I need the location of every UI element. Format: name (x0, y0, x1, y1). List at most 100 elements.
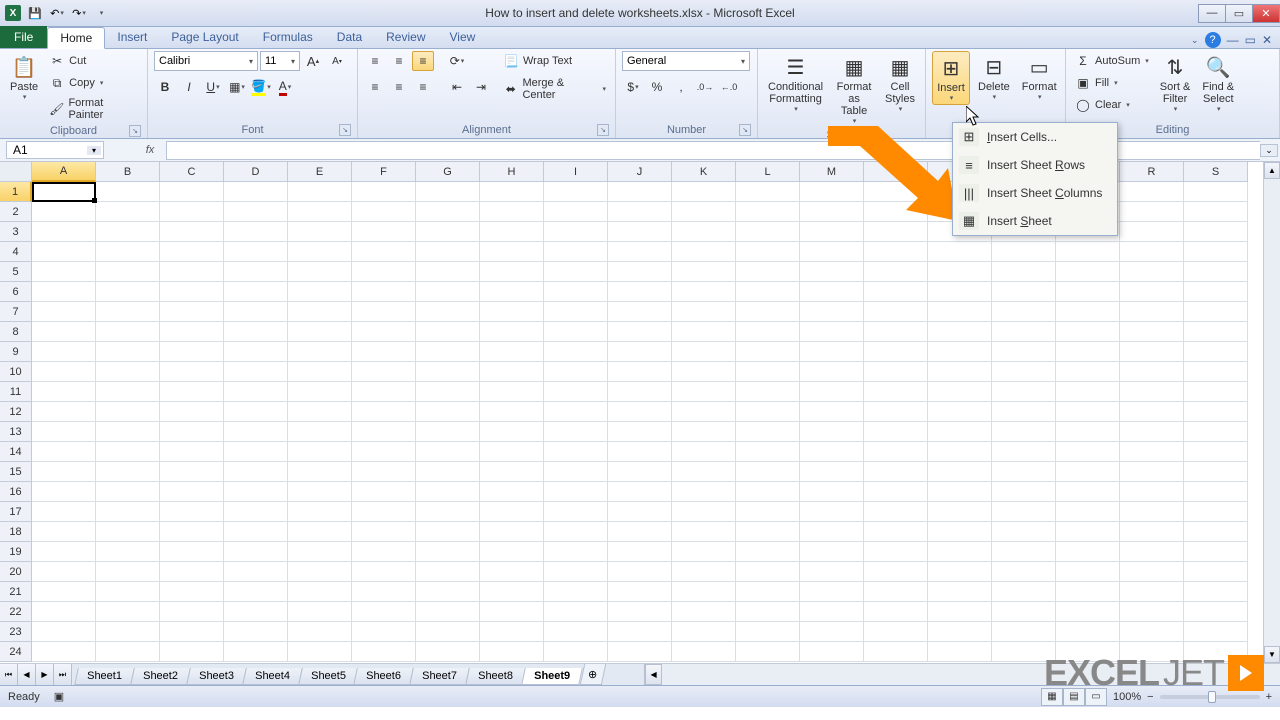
cell[interactable] (224, 362, 288, 382)
cell[interactable] (288, 282, 352, 302)
cell[interactable] (608, 222, 672, 242)
cell[interactable] (352, 282, 416, 302)
cell[interactable] (96, 362, 160, 382)
cell[interactable] (992, 362, 1056, 382)
cell[interactable] (672, 442, 736, 462)
cell[interactable] (32, 342, 96, 362)
cell[interactable] (96, 182, 160, 202)
cell[interactable] (1056, 362, 1120, 382)
cell[interactable] (416, 242, 480, 262)
scroll-up-button[interactable]: ▲ (1264, 162, 1280, 179)
cell[interactable] (864, 362, 928, 382)
tab-home[interactable]: Home (47, 27, 105, 49)
cell[interactable] (160, 402, 224, 422)
cell[interactable] (992, 302, 1056, 322)
cell[interactable] (32, 222, 96, 242)
cell[interactable] (544, 262, 608, 282)
cell[interactable] (736, 362, 800, 382)
name-box[interactable]: A1▾ (6, 141, 104, 159)
sheet-tab[interactable]: Sheet4 (242, 668, 302, 685)
tab-data[interactable]: Data (325, 26, 374, 48)
cell[interactable] (32, 182, 96, 202)
cell[interactable] (96, 562, 160, 582)
cell[interactable] (1184, 282, 1248, 302)
cell[interactable] (224, 562, 288, 582)
cell[interactable] (32, 382, 96, 402)
cell[interactable] (1184, 482, 1248, 502)
cell[interactable] (736, 462, 800, 482)
column-header[interactable]: E (288, 162, 352, 182)
cell[interactable] (864, 582, 928, 602)
cell[interactable] (224, 602, 288, 622)
cell[interactable] (992, 242, 1056, 262)
cell[interactable] (224, 642, 288, 662)
cell[interactable] (928, 402, 992, 422)
cell[interactable] (608, 462, 672, 482)
cell[interactable] (864, 602, 928, 622)
cell[interactable] (32, 582, 96, 602)
cell[interactable] (544, 362, 608, 382)
cell[interactable] (224, 182, 288, 202)
cell[interactable] (1120, 562, 1184, 582)
column-header[interactable]: R (1120, 162, 1184, 182)
cell[interactable] (544, 522, 608, 542)
cell[interactable] (736, 302, 800, 322)
cell[interactable] (288, 442, 352, 462)
cell[interactable] (160, 642, 224, 662)
cell[interactable] (352, 582, 416, 602)
cell[interactable] (1184, 462, 1248, 482)
cell[interactable] (992, 462, 1056, 482)
cell[interactable] (736, 602, 800, 622)
column-header[interactable]: F (352, 162, 416, 182)
cell[interactable] (800, 322, 864, 342)
merge-center-button[interactable]: ⬌Merge & Center▾ (500, 75, 609, 103)
cell[interactable] (800, 582, 864, 602)
cell[interactable] (288, 482, 352, 502)
cut-button[interactable]: ✂Cut (46, 51, 141, 71)
cell[interactable] (480, 282, 544, 302)
cell[interactable] (1120, 582, 1184, 602)
cell[interactable] (672, 282, 736, 302)
cell[interactable] (480, 182, 544, 202)
column-header[interactable]: C (160, 162, 224, 182)
cell[interactable] (736, 382, 800, 402)
cell[interactable] (416, 322, 480, 342)
cell[interactable] (416, 442, 480, 462)
ribbon-minimize-icon[interactable]: ⌄ (1191, 35, 1199, 46)
align-bottom-button[interactable]: ≡ (412, 51, 434, 71)
cell[interactable] (544, 302, 608, 322)
workbook-restore-icon[interactable]: ▭ (1245, 33, 1256, 47)
cell[interactable] (608, 502, 672, 522)
cell[interactable] (928, 382, 992, 402)
row-header[interactable]: 18 (0, 522, 32, 542)
cell[interactable] (800, 422, 864, 442)
cell[interactable] (1184, 202, 1248, 222)
cell[interactable] (96, 422, 160, 442)
cell[interactable] (32, 242, 96, 262)
percent-button[interactable]: % (646, 77, 668, 97)
cell[interactable] (1184, 182, 1248, 202)
cell[interactable] (928, 242, 992, 262)
sheet-nav-first[interactable]: ⏮ (0, 664, 18, 685)
tab-insert[interactable]: Insert (105, 26, 159, 48)
align-left-button[interactable]: ≡ (364, 77, 386, 97)
cell[interactable] (992, 562, 1056, 582)
menu-insert-sheet[interactable]: ▦Insert Sheet (953, 207, 1117, 235)
paste-button[interactable]: 📋 Paste ▾ (6, 51, 42, 103)
cell[interactable] (352, 362, 416, 382)
cell[interactable] (736, 182, 800, 202)
cell[interactable] (160, 482, 224, 502)
cell[interactable] (672, 402, 736, 422)
column-header[interactable]: K (672, 162, 736, 182)
cell[interactable] (928, 302, 992, 322)
cell[interactable] (544, 182, 608, 202)
cell[interactable] (864, 242, 928, 262)
cell[interactable] (352, 482, 416, 502)
undo-icon[interactable]: ↶▾ (48, 4, 66, 22)
cell[interactable] (736, 222, 800, 242)
cell[interactable] (928, 542, 992, 562)
cell[interactable] (96, 522, 160, 542)
cell[interactable] (544, 622, 608, 642)
cell[interactable] (224, 382, 288, 402)
cell[interactable] (800, 302, 864, 322)
